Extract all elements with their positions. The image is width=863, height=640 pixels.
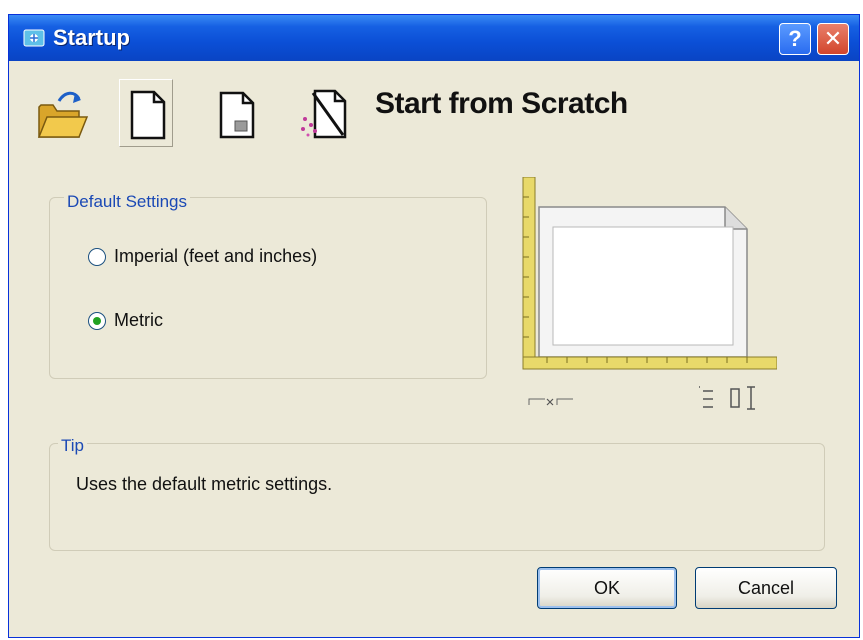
template-page-icon [219, 91, 255, 139]
title-bar[interactable]: Startup ? ✕ [9, 15, 859, 61]
horizontal-ruler [522, 356, 777, 370]
start-from-scratch-button[interactable] [119, 79, 173, 147]
size-marker-icon [528, 398, 573, 405]
use-wizard-button[interactable] [295, 79, 349, 147]
app-icon [23, 29, 45, 47]
open-drawing-button[interactable] [35, 79, 89, 147]
help-button[interactable]: ? [779, 23, 811, 55]
top-strip [0, 0, 863, 14]
drawing-area [552, 226, 734, 346]
folder-open-icon [37, 91, 89, 138]
units-marker-icon [699, 386, 755, 410]
imperial-radio-circle[interactable] [88, 248, 106, 266]
tip-group: Tip Uses the default metric settings. [49, 436, 825, 551]
close-button[interactable]: ✕ [817, 23, 849, 55]
mode-heading: Start from Scratch [375, 87, 628, 120]
tip-text: Uses the default metric settings. [76, 474, 333, 494]
metric-radio-label[interactable]: Metric [114, 310, 163, 331]
drawing-preview-illustration [522, 177, 777, 410]
use-template-button[interactable] [209, 79, 263, 147]
metric-radio-circle[interactable] [88, 312, 106, 330]
window-title: Startup [53, 25, 130, 50]
vertical-ruler [522, 177, 536, 368]
imperial-radio-label[interactable]: Imperial (feet and inches) [114, 246, 317, 267]
startup-dialog: Startup ? ✕ Start from Scratch Default S… [8, 14, 860, 638]
wizard-icon [301, 89, 347, 139]
ok-button[interactable]: OK [537, 567, 677, 609]
cancel-button[interactable]: Cancel [695, 567, 837, 609]
default-settings-legend: Default Settings [64, 192, 191, 212]
default-settings-group: Default Settings Imperial (feet and inch… [49, 192, 487, 379]
tip-legend: Tip [58, 436, 87, 456]
blank-page-icon [130, 90, 166, 140]
